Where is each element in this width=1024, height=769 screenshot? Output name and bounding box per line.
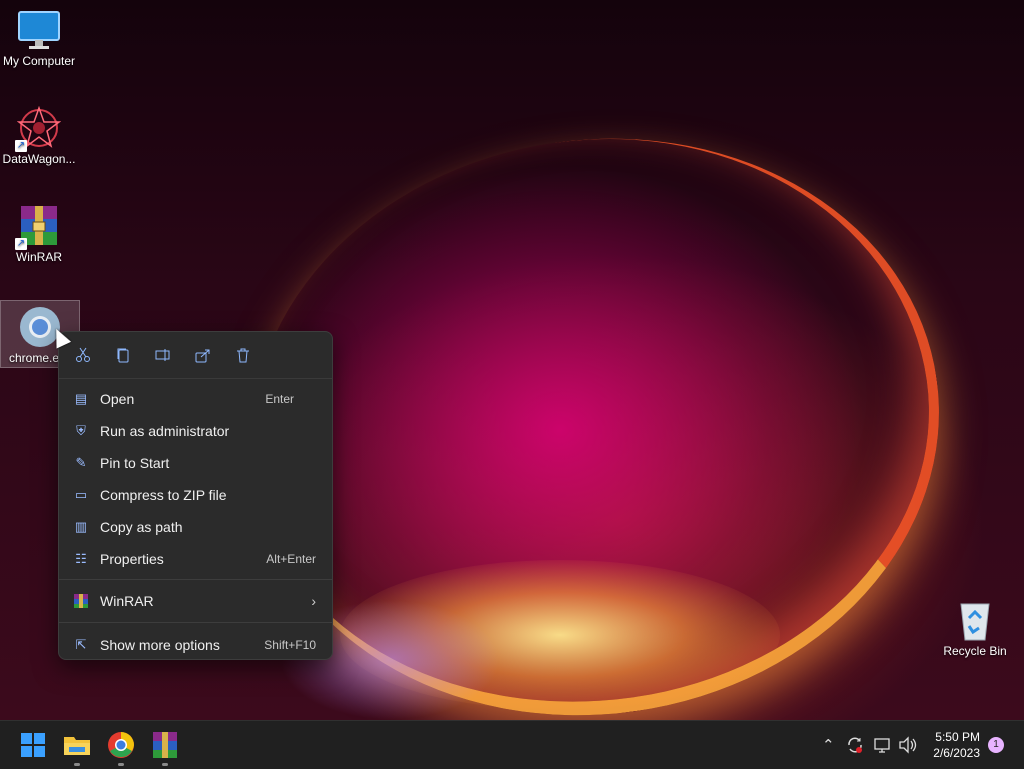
delete-icon[interactable]	[231, 343, 255, 367]
menu-item-copy-as-path[interactable]: ▥ Copy as path	[59, 511, 332, 543]
menu-item-compress-zip[interactable]: ▭ Compress to ZIP file	[59, 479, 332, 511]
sync-icon[interactable]	[846, 721, 864, 769]
network-icon[interactable]	[873, 721, 891, 769]
desktop-icon-datawagon[interactable]: ↗ DataWagon...	[0, 102, 78, 166]
menu-separator	[59, 579, 332, 580]
volume-icon[interactable]	[898, 721, 918, 769]
desktop-icon-label: Recycle Bin	[943, 644, 1007, 658]
desktop-icon-label: DataWagon...	[2, 152, 76, 166]
chevron-right-icon: ›	[311, 593, 316, 609]
taskbar: ⌃ 5:50 PM 2/6/2023 1	[0, 720, 1024, 769]
context-menu-toolbar	[59, 332, 332, 379]
desktop-icon-winrar[interactable]: ↗ WinRAR	[0, 200, 78, 264]
chrome-icon[interactable]	[105, 729, 137, 766]
menu-item-show-more-options[interactable]: ⇱ Show more options Shift+F10	[59, 627, 332, 663]
rename-icon[interactable]	[151, 343, 175, 367]
more-options-icon: ⇱	[75, 637, 87, 652]
winrar-icon[interactable]	[149, 729, 181, 766]
shortcut-arrow-icon: ↗	[15, 238, 27, 250]
running-indicator	[162, 763, 168, 766]
start-icon[interactable]	[17, 729, 49, 761]
context-menu: ▤ Open Enter ⛨ Run as administrator ✎ Pi…	[58, 331, 333, 660]
desktop-icon-label: WinRAR	[15, 250, 62, 264]
menu-item-run-as-administrator[interactable]: ⛨ Run as administrator	[59, 415, 332, 447]
winrar-icon: ↗	[15, 204, 61, 250]
menu-separator	[59, 622, 332, 623]
menu-item-pin-to-start[interactable]: ✎ Pin to Start	[59, 447, 332, 479]
notification-badge[interactable]: 1	[988, 737, 1004, 753]
monitor-icon	[17, 8, 61, 52]
menu-item-winrar[interactable]: WinRAR ›	[59, 584, 332, 618]
file-explorer-icon[interactable]	[61, 729, 93, 766]
properties-icon: ☷	[75, 551, 87, 566]
admin-shield-icon: ⛨	[76, 423, 86, 438]
open-icon: ▤	[74, 391, 88, 406]
copy-icon[interactable]	[111, 343, 135, 367]
datawagon-icon: ↗	[15, 105, 62, 152]
desktop-icon-label: My Computer	[2, 54, 76, 68]
chevron-up-icon[interactable]: ⌃	[822, 721, 835, 769]
clock-date: 2/6/2023	[933, 746, 980, 760]
clock-time: 5:50 PM	[935, 730, 980, 744]
zip-folder-icon: ▭	[74, 487, 88, 502]
running-indicator	[118, 763, 124, 766]
running-indicator	[74, 763, 80, 766]
pin-icon: ✎	[75, 455, 87, 470]
share-icon[interactable]	[191, 343, 215, 367]
shortcut-arrow-icon: ↗	[15, 140, 27, 152]
copy-path-icon: ▥	[74, 519, 88, 534]
recycle-bin-icon	[953, 598, 997, 642]
winrar-icon	[73, 593, 89, 609]
menu-item-properties[interactable]: ☷ Properties Alt+Enter	[59, 543, 332, 575]
menu-item-open[interactable]: ▤ Open Enter	[59, 383, 332, 415]
cut-icon[interactable]	[71, 343, 95, 367]
desktop-icon-my-computer[interactable]: My Computer	[0, 4, 78, 68]
system-clock[interactable]: 5:50 PM 2/6/2023	[933, 729, 980, 761]
desktop-icon-recycle-bin[interactable]: Recycle Bin	[936, 594, 1014, 658]
